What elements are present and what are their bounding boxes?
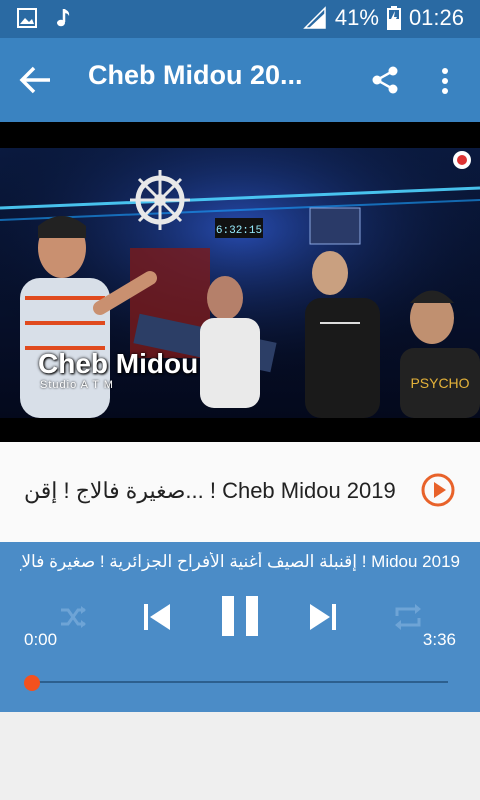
clock: 01:26 [408,5,464,30]
now-playing-title: Midou 2019 ! إقنبلة الصيف أغنية الأفراح … [20,552,460,571]
track-list-item[interactable]: صغيرة فالاج ! إقن... ! Cheb Midou 2019 [0,442,480,542]
signal-icon [303,6,326,29]
track-title: صغيرة فالاج ! إقن... ! Cheb Midou 2019 [24,478,396,503]
share-icon[interactable] [370,65,400,95]
previous-icon[interactable] [140,600,174,634]
seek-thumb[interactable] [24,675,40,691]
video-overlay-subtitle: Studio A T M [40,379,114,391]
current-time: 0:00 [24,630,58,649]
shuffle-icon[interactable] [58,602,88,632]
seek-bar[interactable] [32,681,448,683]
empty-area [0,712,480,800]
repeat-icon[interactable] [392,602,424,632]
music-player: Midou 2019 ! إقنبلة الصيف أغنية الأفراح … [0,542,480,712]
status-bar: 41% 01:26 [0,0,480,38]
more-vert-icon[interactable] [436,66,454,96]
music-note-icon [57,9,70,27]
next-icon[interactable] [306,600,340,634]
video-thumbnail[interactable]: 6:32:15 PSYCHO Cheb Midou Studio A T M [0,148,480,418]
total-time: 3:36 [422,630,456,649]
page-title: Cheb Midou 20... [88,60,303,90]
pause-icon[interactable] [218,592,262,640]
image-icon [17,8,37,28]
video-player[interactable]: 6:32:15 PSYCHO Cheb Midou Studio A T M [0,122,480,442]
play-circle-icon[interactable] [420,472,456,508]
app-bar: Cheb Midou 20... [0,38,480,122]
battery-percentage: 41% [334,5,379,30]
studio-clock-text: 6:32:15 [216,225,262,237]
svg-text:PSYCHO: PSYCHO [410,375,469,391]
battery-charging-icon [386,6,401,30]
video-overlay-title: Cheb Midou [38,348,199,379]
back-arrow-icon[interactable] [18,64,54,96]
